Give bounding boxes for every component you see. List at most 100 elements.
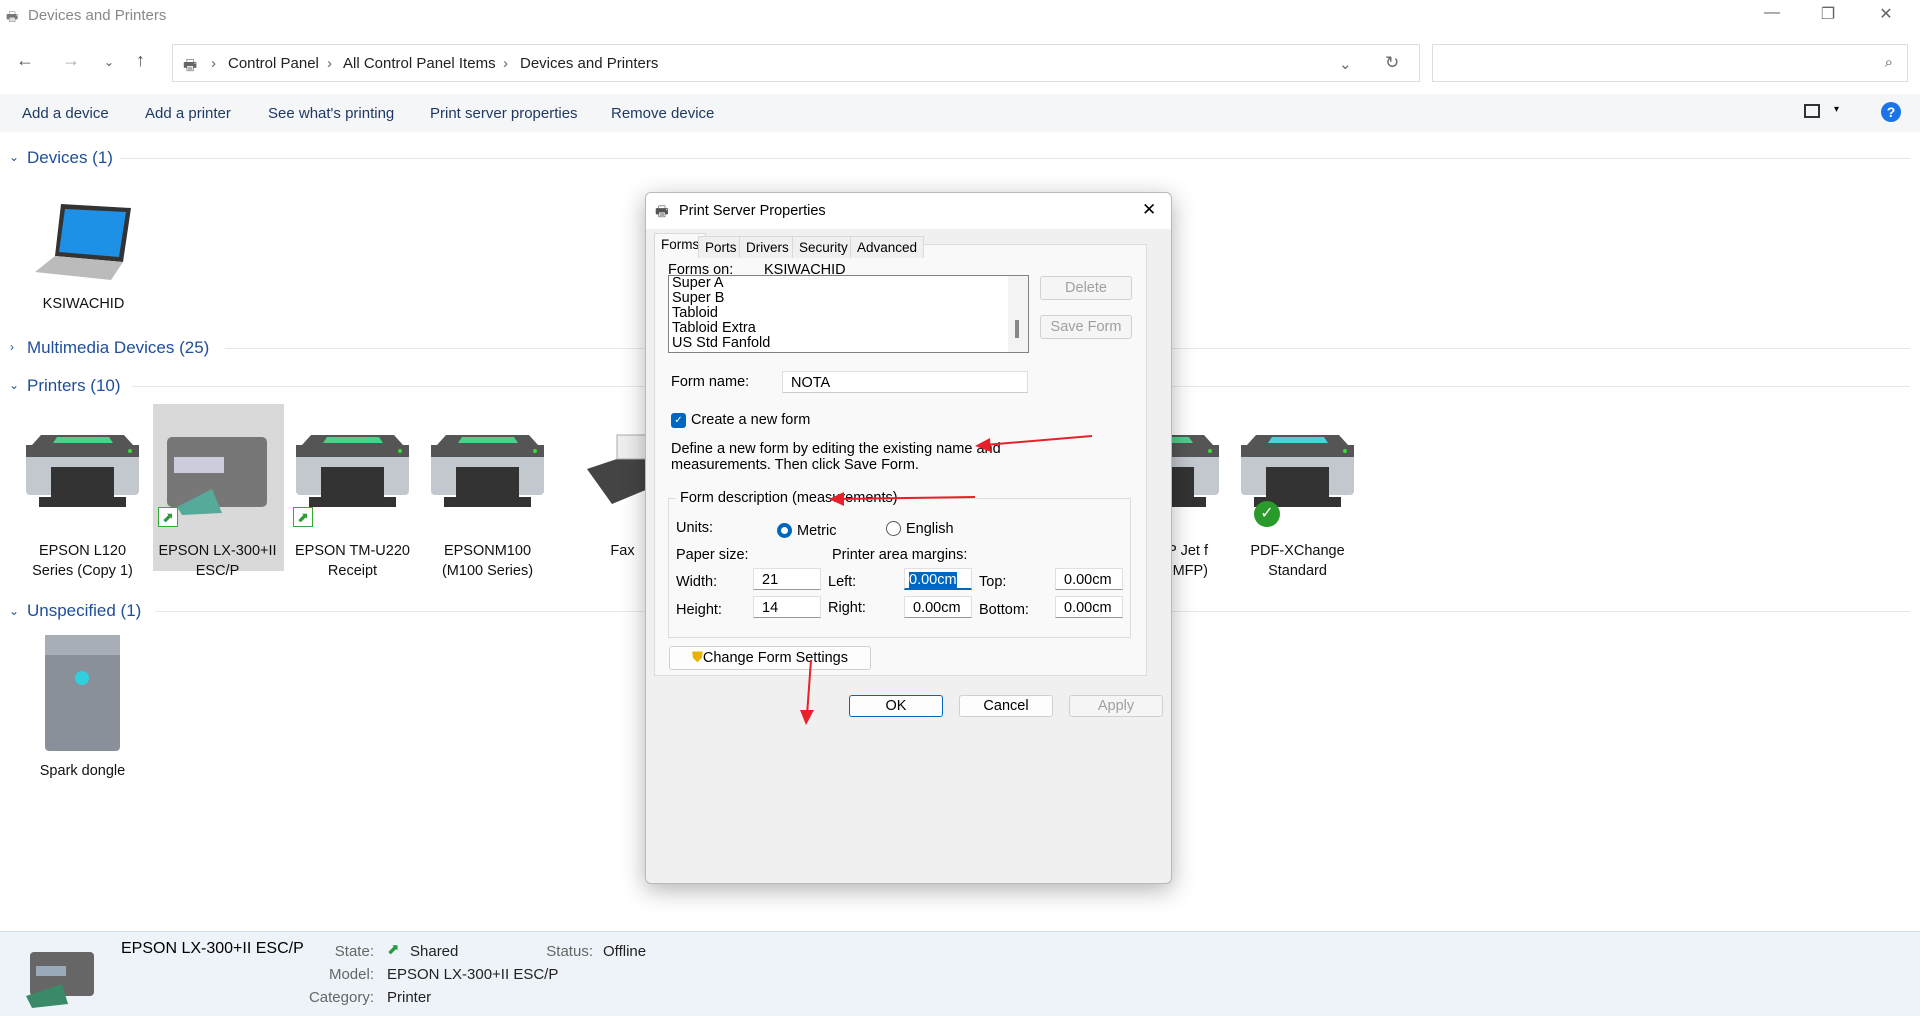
metric-radio[interactable] xyxy=(777,523,792,538)
top-margin-input[interactable]: 0.00cm xyxy=(1055,568,1123,590)
category-value: Printer xyxy=(387,989,432,1006)
expand-chevron-icon[interactable]: › xyxy=(10,340,14,354)
list-item[interactable]: Tabloid Extra xyxy=(669,321,1028,336)
left-margin-input[interactable]: 0.00cm xyxy=(904,568,972,590)
apply-button[interactable]: Apply xyxy=(1069,695,1163,717)
shared-icon: ⬈ xyxy=(158,507,178,527)
section-devices[interactable]: Devices (1) xyxy=(27,148,113,168)
control-panel-icon: 🖶 xyxy=(6,9,19,24)
model-value: EPSON LX-300+II ESC/P xyxy=(387,966,559,983)
command-bar: Add a device Add a printer See what's pr… xyxy=(0,94,1920,132)
device-ksiwachid[interactable]: KSIWACHID xyxy=(18,196,149,314)
search-input[interactable]: ⌕ xyxy=(1432,44,1908,82)
form-name-input[interactable]: NOTA xyxy=(782,371,1028,393)
collapse-chevron-icon[interactable]: ⌄ xyxy=(9,150,19,164)
view-dropdown-icon[interactable]: ▾ xyxy=(1834,104,1839,115)
back-button[interactable]: ← xyxy=(16,50,34,71)
printer-item[interactable]: ⬈ EPSON TM-U220 Receipt xyxy=(287,429,418,581)
dialog-title: Print Server Properties xyxy=(679,203,826,219)
printer-item[interactable]: EPSON L120 Series (Copy 1) xyxy=(17,429,148,581)
save-form-button[interactable]: Save Form xyxy=(1040,315,1132,339)
printer-label: EPSON L120 Series (Copy 1) xyxy=(32,543,133,579)
shared-icon: ⬈ xyxy=(387,941,400,958)
view-icon[interactable] xyxy=(1804,104,1820,118)
bottom-margin-input[interactable]: 0.00cm xyxy=(1055,596,1123,618)
list-item[interactable]: Super A xyxy=(669,276,1028,291)
printer-icon xyxy=(296,435,409,507)
device-label: Spark dongle xyxy=(39,763,126,779)
printer-item[interactable]: ⬈ EPSON LX-300+II ESC/P xyxy=(152,429,283,581)
collapse-chevron-icon[interactable]: ⌄ xyxy=(9,604,19,618)
control-panel-icon: 🖶 xyxy=(183,57,198,74)
create-new-form-checkbox[interactable]: ✓ xyxy=(671,413,686,428)
uac-shield-icon: ⛊ xyxy=(692,650,703,666)
list-item[interactable]: US Std Fanfold xyxy=(669,336,1028,351)
printer-icon xyxy=(26,435,139,507)
device-spark-dongle[interactable]: Spark dongle xyxy=(17,633,148,781)
ok-button[interactable]: OK xyxy=(849,695,943,717)
list-item[interactable]: Tabloid xyxy=(669,306,1028,321)
breadcrumb-control-panel[interactable]: Control Panel xyxy=(228,55,319,72)
delete-button[interactable]: Delete xyxy=(1040,276,1132,300)
english-radio[interactable] xyxy=(886,521,901,536)
up-button[interactable]: ↑ xyxy=(136,50,145,71)
default-check-icon: ✓ xyxy=(1254,501,1280,527)
section-multimedia[interactable]: Multimedia Devices (25) xyxy=(27,338,209,358)
right-margin-input[interactable]: 0.00cm xyxy=(904,596,972,618)
list-item[interactable]: Super B xyxy=(669,291,1028,306)
dialog-close-button[interactable]: ✕ xyxy=(1142,200,1156,220)
help-text: Define a new form by editing the existin… xyxy=(671,441,1001,473)
printer-item[interactable]: EPSONM100 (M100 Series) xyxy=(422,429,553,581)
breadcrumb-all-items[interactable]: All Control Panel Items xyxy=(343,55,496,72)
dialog-title-bar: 🖶 Print Server Properties ✕ xyxy=(646,193,1171,229)
add-printer-button[interactable]: Add a printer xyxy=(145,105,231,122)
status-value: Offline xyxy=(603,943,647,960)
tab-advanced[interactable]: Advanced xyxy=(850,236,925,258)
printer-icon xyxy=(1241,435,1354,507)
remove-device-button[interactable]: Remove device xyxy=(611,105,714,122)
search-icon: ⌕ xyxy=(1884,54,1893,71)
recent-chevron-icon[interactable]: ⌄ xyxy=(104,55,114,69)
printer-label: EPSONM100 (M100 Series) xyxy=(441,543,534,579)
window-title: Devices and Printers xyxy=(28,7,167,24)
refresh-icon[interactable]: ↻ xyxy=(1385,53,1399,73)
print-server-properties-dialog: 🖶 Print Server Properties ✕ Forms Ports … xyxy=(645,192,1172,884)
close-button[interactable]: ✕ xyxy=(1866,4,1906,24)
tab-ports[interactable]: Ports xyxy=(698,236,744,258)
printer-item[interactable]: ✓ PDF-XChange Standard xyxy=(1232,429,1363,581)
chevron-down-icon[interactable]: ⌄ xyxy=(1339,55,1352,73)
section-printers[interactable]: Printers (10) xyxy=(27,376,121,396)
details-pane: EPSON LX-300+II ESC/P State: ⬈ Shared St… xyxy=(0,931,1920,1016)
cancel-button[interactable]: Cancel xyxy=(959,695,1053,717)
section-unspecified[interactable]: Unspecified (1) xyxy=(27,601,141,621)
printer-label: PDF-XChange Standard xyxy=(1250,543,1345,579)
address-bar[interactable]: 🖶 › Control Panel › All Control Panel It… xyxy=(172,44,1420,82)
help-icon[interactable]: ? xyxy=(1881,102,1901,122)
width-input[interactable]: 21 xyxy=(753,568,821,590)
title-bar: 🖶 Devices and Printers — ❐ ✕ xyxy=(0,0,1920,32)
printer-icon xyxy=(167,437,267,515)
printer-icon xyxy=(431,435,544,507)
tab-security[interactable]: Security xyxy=(792,236,855,258)
collapse-chevron-icon[interactable]: ⌄ xyxy=(9,378,19,392)
printer-label: EPSON LX-300+II ESC/P xyxy=(158,543,277,579)
breadcrumb-devices-printers[interactable]: Devices and Printers xyxy=(520,55,658,72)
see-whats-printing-button[interactable]: See what's printing xyxy=(268,105,394,122)
restore-button[interactable]: ❐ xyxy=(1808,4,1848,24)
height-input[interactable]: 14 xyxy=(753,596,821,618)
minimize-button[interactable]: — xyxy=(1752,4,1792,22)
printer-label: EPSON TM-U220 Receipt xyxy=(295,543,410,579)
state-value: Shared xyxy=(410,943,459,960)
scrollbar[interactable] xyxy=(1008,276,1028,352)
forms-listbox[interactable]: Super A Super B Tabloid Tabloid Extra US… xyxy=(668,275,1029,353)
print-server-properties-button[interactable]: Print server properties xyxy=(430,105,578,122)
drive-icon xyxy=(45,635,120,751)
add-device-button[interactable]: Add a device xyxy=(22,105,109,122)
tab-drivers[interactable]: Drivers xyxy=(739,236,796,258)
forward-button[interactable]: → xyxy=(62,50,80,71)
change-form-settings-button[interactable]: ⛊Change Form Settings xyxy=(669,646,871,670)
printer-icon: 🖶 xyxy=(655,204,669,220)
device-label: KSIWACHID xyxy=(42,296,125,312)
laptop-icon xyxy=(35,204,131,280)
printer-icon xyxy=(26,952,94,1008)
